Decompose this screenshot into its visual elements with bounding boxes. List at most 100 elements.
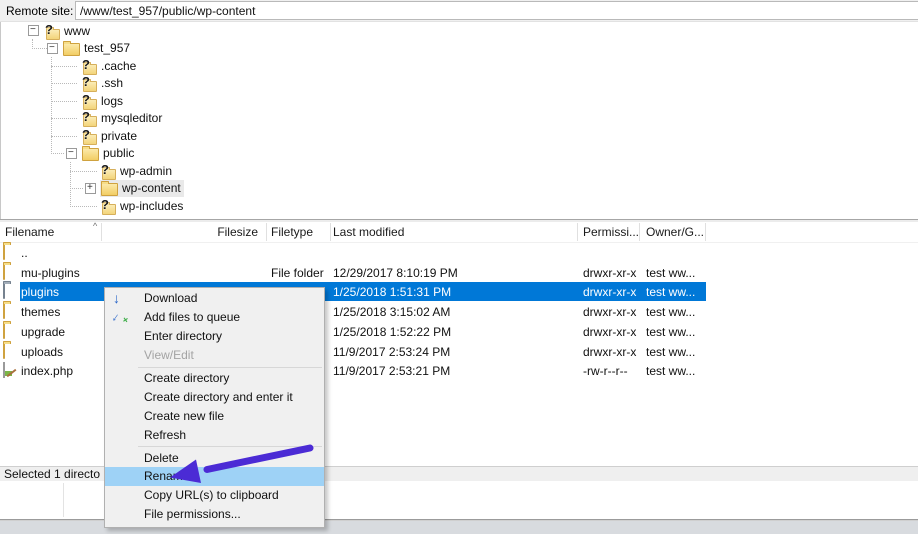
file-permissions: drwxr-xr-x — [583, 305, 636, 319]
column-header-permissi[interactable]: Permissi... — [583, 225, 639, 239]
collapse-icon[interactable]: − — [66, 148, 77, 159]
file-owner: test ww... — [646, 285, 695, 299]
menu-item-delete[interactable]: Delete — [105, 448, 324, 467]
tree-node-www[interactable]: − ?www — [28, 22, 93, 39]
file-owner: test ww... — [646, 305, 695, 319]
collapse-icon[interactable]: − — [47, 43, 58, 54]
file-name: plugins — [21, 285, 59, 299]
context-menu-item-label: Copy URL(s) to clipboard — [144, 488, 279, 502]
folder-icon — [3, 323, 5, 339]
tree-node-wp-admin[interactable]: ?wp-admin — [85, 162, 175, 179]
menu-item-download[interactable]: ↓ Download — [105, 289, 324, 308]
column-divider[interactable] — [639, 223, 640, 241]
collapse-icon[interactable]: − — [28, 25, 39, 36]
filezilla-remote-panel: Remote site: /www/test_957/public/wp-con… — [0, 0, 918, 534]
column-header-last-modified[interactable]: Last modified — [333, 225, 404, 239]
expand-icon[interactable]: + — [85, 183, 96, 194]
file-icon — [3, 324, 5, 338]
column-header-filename[interactable]: Filename — [5, 225, 54, 239]
folder-icon — [3, 264, 5, 280]
column-divider[interactable] — [266, 223, 267, 241]
context-menu-item-label: Refresh — [144, 428, 186, 442]
file-name: upgrade — [21, 325, 65, 339]
menu-item-refresh[interactable]: Refresh — [105, 425, 324, 444]
file-icon — [3, 245, 5, 259]
column-header-filetype[interactable]: Filetype — [271, 225, 313, 239]
tree-connector-line — [70, 206, 97, 207]
file-modified: 11/9/2017 2:53:21 PM — [333, 364, 450, 378]
file-icon — [3, 362, 5, 378]
context-menu: ↓ Download ↓+ Add files to queue Enter d… — [104, 287, 325, 528]
file-row--[interactable]: .. — [0, 243, 918, 263]
add-to-queue-icon: ↓+ — [113, 309, 131, 325]
column-divider[interactable] — [705, 223, 706, 241]
menu-item-icon-empty — [113, 347, 131, 363]
tree-connector-line — [51, 118, 77, 119]
tree-node-label: .cache — [101, 59, 136, 73]
tree-node-private[interactable]: ?private — [66, 127, 140, 144]
column-divider[interactable] — [330, 223, 331, 241]
file-icon — [3, 265, 5, 279]
menu-item-file-permissions[interactable]: File permissions... — [105, 505, 324, 524]
queue-column-divider — [63, 483, 64, 517]
file-name: mu-plugins — [21, 266, 80, 280]
menu-item-create-new-file[interactable]: Create new file — [105, 406, 324, 425]
column-header-filesize[interactable]: Filesize — [101, 225, 258, 239]
folder-icon — [101, 183, 118, 196]
file-list-header: ^ Filename Filesize Filetype Last modified P… — [0, 222, 918, 243]
menu-item-copy-url-s-to-clipboard[interactable]: Copy URL(s) to clipboard — [105, 486, 324, 505]
tree-connector-line — [70, 171, 97, 172]
file-row-mu-plugins[interactable]: mu-plugins File folder 12/29/2017 8:10:1… — [0, 263, 918, 283]
file-name: index.php — [21, 364, 73, 378]
menu-item-add-files-to-queue[interactable]: ↓+ Add files to queue — [105, 308, 324, 327]
selection-status-text: Selected 1 directo — [4, 467, 100, 481]
menu-item-enter-directory[interactable]: Enter directory — [105, 327, 324, 346]
folder-icon — [3, 244, 5, 260]
column-divider[interactable] — [101, 223, 102, 241]
file-permissions: -rw-r--r-- — [583, 364, 628, 378]
tree-connector-line — [70, 188, 83, 189]
tree-node-wp-content[interactable]: + wp-content — [85, 180, 184, 197]
tree-node-label: logs — [101, 94, 123, 108]
file-permissions: drwxr-xr-x — [583, 325, 636, 339]
file-icon — [3, 304, 5, 318]
context-menu-item-label: Create directory and enter it — [144, 390, 293, 404]
file-owner: test ww... — [646, 345, 695, 359]
tree-connector-line — [51, 136, 77, 137]
menu-item-view-edit[interactable]: View/Edit — [105, 346, 324, 365]
tree-node-label: public — [103, 146, 134, 160]
file-icon — [3, 344, 5, 358]
file-name: .. — [21, 246, 28, 260]
tree-node-mysqleditor[interactable]: ?mysqleditor — [66, 110, 165, 127]
tree-node-wp-includes[interactable]: ?wp-includes — [85, 197, 186, 214]
file-icon — [3, 284, 5, 298]
column-divider[interactable] — [577, 223, 578, 241]
file-name: themes — [21, 305, 60, 319]
sort-ascending-icon[interactable]: ^ — [93, 222, 97, 231]
menu-item-rename[interactable]: Rename — [105, 467, 324, 486]
unknown-folder-icon: ? — [100, 164, 116, 178]
menu-item-icon-empty — [113, 487, 131, 503]
menu-item-create-directory[interactable]: Create directory — [105, 369, 324, 388]
menu-item-icon-empty — [113, 426, 131, 442]
tree-node-label: test_957 — [84, 41, 130, 55]
remote-site-label: Remote site: — [0, 4, 79, 18]
folder-icon — [3, 283, 5, 299]
menu-item-create-directory-and-enter-it[interactable]: Create directory and enter it — [105, 387, 324, 406]
file-type: File folder — [271, 266, 324, 280]
unknown-folder-icon: ? — [100, 199, 116, 213]
context-menu-item-label: File permissions... — [144, 507, 241, 521]
remote-path-combobox[interactable]: /www/test_957/public/wp-content — [75, 1, 918, 20]
unknown-folder-icon: ? — [44, 24, 60, 38]
menu-separator — [138, 446, 322, 447]
tree-node-label: mysqleditor — [101, 111, 162, 125]
tree-connector-line — [51, 83, 77, 84]
column-header-owner-g[interactable]: Owner/G... — [646, 225, 704, 239]
tree-node-test-957[interactable]: − test_957 — [47, 40, 133, 57]
file-owner: test ww... — [646, 325, 695, 339]
tree-node-public[interactable]: − public — [66, 145, 137, 162]
context-menu-item-label: Enter directory — [144, 329, 222, 343]
tree-node--cache[interactable]: ?.cache — [66, 57, 139, 74]
tree-connector-line — [51, 57, 52, 154]
tree-connector-line — [51, 101, 77, 102]
